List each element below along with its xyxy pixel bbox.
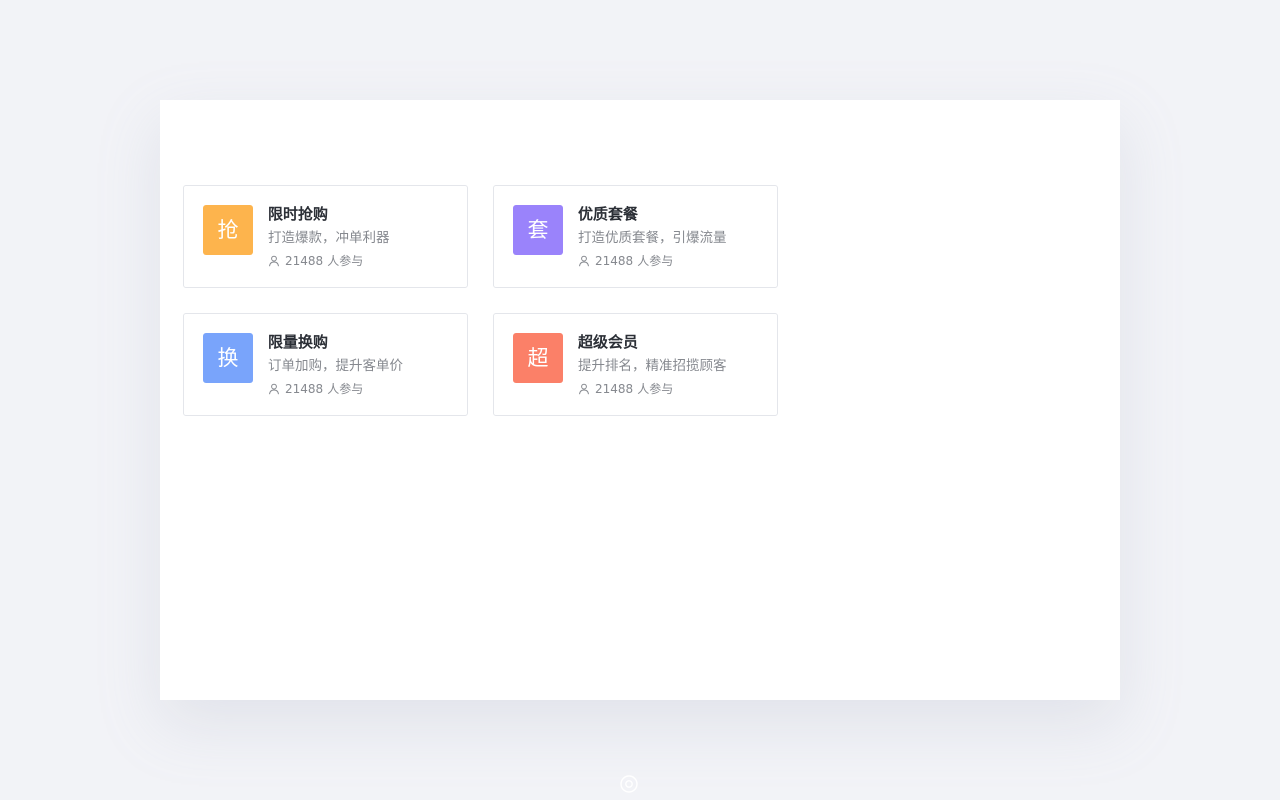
participant-suffix: 人参与 [327,254,364,268]
participant-number: 21488 [285,382,324,396]
user-icon [579,383,589,395]
promo-card-description: 打造爆款，冲单利器 [268,230,390,246]
participant-number: 21488 [595,382,634,396]
promo-card-description: 打造优质套餐，引爆流量 [578,230,727,246]
promo-card-title: 优质套餐 [578,205,639,223]
participant-number: 21488 [285,254,324,268]
promo-card-flash-sale[interactable]: 抢 限时抢购 打造爆款，冲单利器 21488 人参与 [183,185,468,288]
user-icon [269,383,279,395]
member-badge-icon: 超 [513,333,563,383]
circle-logo-icon [620,775,638,793]
promo-card-quality-package[interactable]: 套 优质套餐 打造优质套餐，引爆流量 21488 人参与 [493,185,778,288]
participant-number: 21488 [595,254,634,268]
participant-count: 21488 人参与 [578,253,673,269]
flash-sale-badge-icon: 抢 [203,205,253,255]
user-icon [269,255,279,267]
package-badge-icon: 套 [513,205,563,255]
participant-suffix: 人参与 [327,382,364,396]
promo-card-description: 订单加购，提升客单价 [268,358,403,374]
promotion-card-grid: 抢 限时抢购 打造爆款，冲单利器 21488 人参与 套 优质套餐 打造优质套餐… [183,185,778,416]
promo-card-description: 提升排名，精准招揽顾客 [578,358,727,374]
participant-suffix: 人参与 [637,254,674,268]
promo-card-super-member[interactable]: 超 超级会员 提升排名，精准招揽顾客 21488 人参与 [493,313,778,416]
participant-suffix: 人参与 [637,382,674,396]
participant-count: 21488 人参与 [268,253,363,269]
participant-count: 21488 人参与 [268,381,363,397]
promo-card-limited-exchange[interactable]: 换 限量换购 订单加购，提升客单价 21488 人参与 [183,313,468,416]
exchange-badge-icon: 换 [203,333,253,383]
promo-card-title: 超级会员 [578,333,639,351]
promo-card-title: 限量换购 [268,333,329,351]
participant-count: 21488 人参与 [578,381,673,397]
promo-card-title: 限时抢购 [268,205,329,223]
user-icon [579,255,589,267]
